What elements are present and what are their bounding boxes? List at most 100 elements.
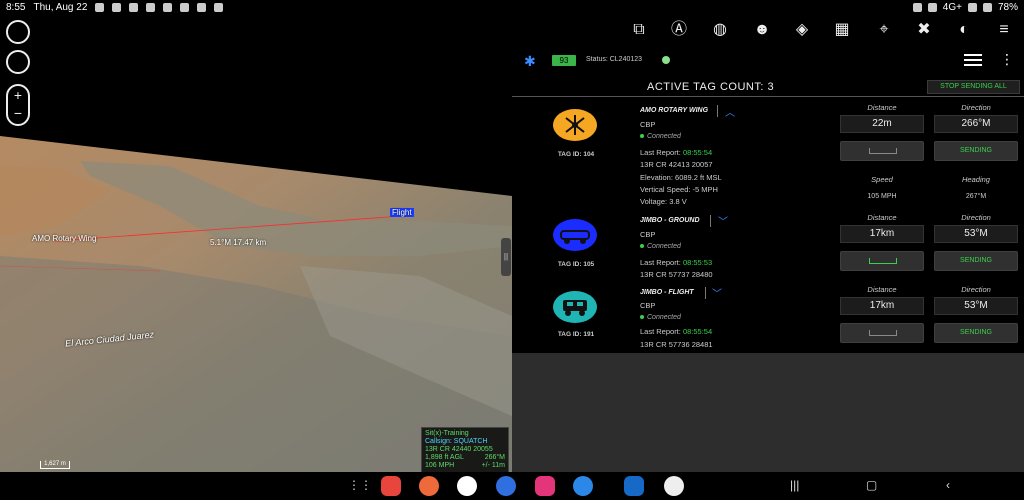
outlook-app-icon[interactable] — [624, 476, 644, 496]
camera-app-icon[interactable] — [535, 476, 555, 496]
connection-status: Connected — [640, 314, 681, 321]
status-indicator — [662, 56, 670, 64]
zoom-control[interactable]: + − — [6, 84, 30, 126]
messages-app-icon[interactable] — [496, 476, 516, 496]
zoom-in-icon[interactable]: + — [8, 86, 28, 104]
sending-button[interactable]: SENDING — [934, 141, 1018, 161]
distance-header: Distance — [867, 285, 897, 294]
last-report: Last Report: 08:55:54 — [640, 327, 713, 336]
chevron-down-icon[interactable]: ﹀ — [712, 285, 722, 300]
menu-icon[interactable]: ≡ — [992, 19, 1016, 41]
heading-value: 267°M — [965, 193, 987, 200]
notification-icon — [163, 3, 173, 12]
chevron-up-icon[interactable]: ︿ — [725, 104, 735, 119]
tag-name: JIMBO - GROUND — [640, 217, 700, 224]
compass-app-icon[interactable] — [573, 476, 593, 496]
tag-id: TAG ID: 191 — [557, 331, 595, 338]
last-report: Last Report: 08:55:54 — [640, 148, 713, 157]
tag-agency: CBP — [640, 230, 656, 239]
range-bearing-label: 5.1°M 17.47 km — [210, 238, 267, 247]
paw-app-icon[interactable] — [664, 476, 684, 496]
notification-icon — [129, 3, 139, 12]
vehicle-icon — [553, 291, 597, 323]
bluetooth-icon[interactable]: ✱ — [524, 53, 536, 70]
helicopter-icon — [553, 109, 597, 141]
home-button[interactable]: ▢ — [866, 478, 877, 492]
info-speed: 106 MPH — [425, 462, 455, 469]
zoom-out-icon[interactable]: − — [8, 104, 28, 122]
track-marker-label[interactable]: AMO Rotary Wing — [32, 234, 96, 243]
distance-header: Distance — [867, 213, 897, 222]
target-marker[interactable]: Flight — [390, 208, 414, 217]
ruler-icon — [869, 148, 897, 154]
ruler-button[interactable] — [840, 323, 924, 343]
add-marker-icon[interactable]: ⌖ — [872, 19, 896, 41]
app-drawer-icon[interactable]: ⋮⋮ — [348, 478, 372, 492]
tag-agency: CBP — [640, 120, 656, 129]
system-nav-bar: ⋮⋮ ||| ▢ ‹ — [0, 472, 1024, 500]
name-divider — [705, 287, 706, 299]
info-heading: 266°M — [484, 454, 505, 461]
globe-icon[interactable]: ◍ — [708, 19, 732, 41]
more-vert-icon[interactable]: ⋮ — [1000, 52, 1014, 66]
export-icon[interactable]: ⧉ — [627, 19, 651, 41]
tag-name: JIMBO - FLIGHT — [640, 289, 694, 296]
map-view[interactable]: + − AMO Rotary Wing 5.1°M 17.47 km Fligh… — [0, 16, 512, 472]
notification-icon — [197, 3, 207, 12]
sending-button[interactable]: SENDING — [934, 251, 1018, 271]
back-button[interactable]: ‹ — [946, 478, 950, 492]
app-icon[interactable] — [381, 476, 401, 496]
speedometer-icon[interactable]: ◐ — [952, 19, 976, 41]
location-icon — [146, 3, 156, 12]
cloud-icon — [214, 3, 224, 12]
tool-bar: ⧉ Ⓐ ◍ ☻ ◈ ▦ ⌖ ✖ ◐ ≡ — [512, 16, 1024, 44]
ruler-button[interactable] — [840, 251, 924, 271]
locate-icon[interactable] — [6, 50, 30, 74]
name-divider — [710, 215, 711, 227]
info-title: Sit(x)-Training — [425, 430, 469, 437]
altitude-ruler-icon[interactable]: Ⓐ — [667, 19, 691, 41]
info-agl: 1,898 ft AGL — [425, 454, 464, 461]
voltage: Voltage: 3.8 V — [640, 197, 687, 206]
split-divider-handle[interactable]: || — [501, 238, 511, 276]
name-divider — [717, 105, 718, 117]
system-status-bar: 8:55 Thu, Aug 22 4G+ 78% — [0, 0, 1024, 16]
direction-header: Direction — [961, 103, 991, 112]
self-info-box: Sit(x)-Training Callsign: SQUATCH 13R CR… — [421, 427, 509, 472]
layers-icon[interactable]: ◈ — [790, 19, 814, 41]
notification-icon — [95, 3, 105, 12]
connection-status: Connected — [640, 243, 681, 250]
ruler-button[interactable] — [840, 141, 924, 161]
stop-sending-all-button[interactable]: STOP SENDING ALL — [927, 80, 1020, 94]
compass-icon[interactable] — [6, 20, 30, 44]
chevron-down-icon[interactable]: ﹀ — [718, 213, 728, 228]
date: Thu, Aug 22 — [33, 2, 88, 13]
map-icon[interactable]: ▦ — [830, 19, 854, 41]
battery-percent: 78% — [997, 2, 1018, 13]
connected-dot — [640, 244, 644, 248]
vertical-speed: Vertical Speed: -5 MPH — [640, 185, 718, 194]
clock: 8:55 — [6, 2, 26, 13]
info-coord: 13R CR 42440 20055 — [425, 446, 493, 453]
distance-header: Distance — [867, 103, 897, 112]
alarm-icon — [912, 3, 922, 12]
network-type: 4G+ — [942, 2, 962, 13]
connected-dot — [640, 315, 644, 319]
tag-agency: CBP — [640, 301, 656, 310]
direction-value: 53°M — [934, 297, 1018, 315]
speed-value: 105 MPH — [867, 193, 897, 200]
group-icon[interactable]: ☻ — [750, 19, 774, 41]
active-count-row: ACTIVE TAG COUNT: 3 STOP SENDING ALL — [512, 78, 1024, 97]
sending-button[interactable]: SENDING — [934, 323, 1018, 343]
signal-icon — [967, 3, 977, 12]
chrome-app-icon[interactable] — [457, 476, 477, 496]
grid-coordinate: 13R CR 57736 28481 — [640, 340, 713, 349]
tools-icon[interactable]: ✖ — [912, 19, 936, 41]
device-status-row: ✱ 93 Status: CL240123 ⋮ — [512, 44, 1024, 78]
hamburger-icon[interactable] — [964, 54, 982, 66]
device-status: Status: CL240123 — [586, 56, 643, 63]
battery-icon — [982, 3, 992, 12]
distance-value: 22m — [840, 115, 924, 133]
contacts-app-icon[interactable] — [419, 476, 439, 496]
recent-apps-button[interactable]: ||| — [790, 478, 799, 492]
